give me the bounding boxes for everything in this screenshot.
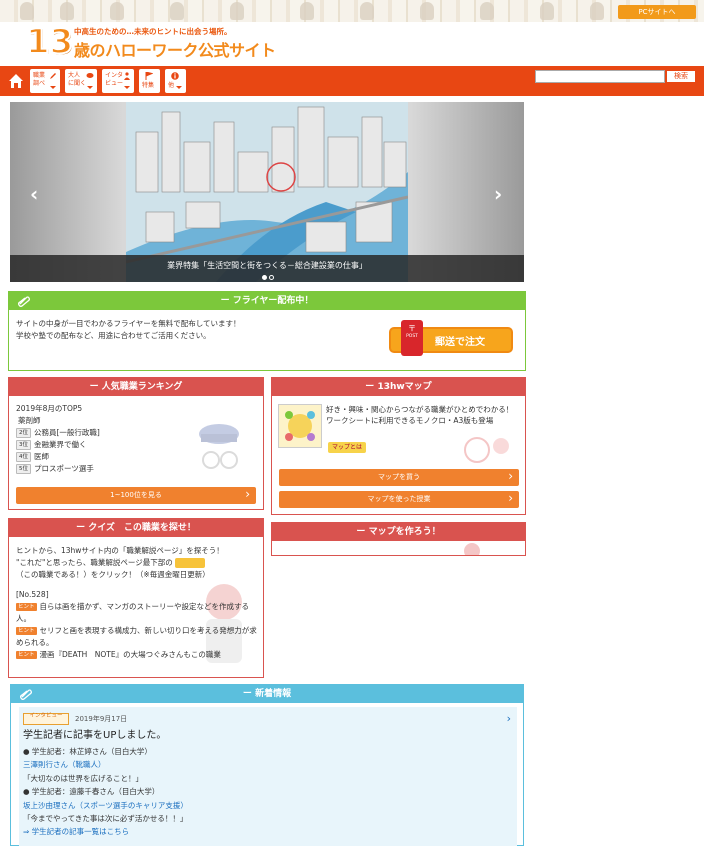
slider-dot-1[interactable]	[262, 275, 267, 280]
nav-item-interview[interactable]: インタ ビュー	[102, 69, 134, 93]
quiz-panel: ー クイズ この職業を探せ！ ヒントから、13hwサイト内の「職業解説ページ」を…	[8, 518, 264, 678]
map13-title: 13hwマップ	[377, 382, 432, 392]
ranking-header: ー 人気職業ランキング	[9, 378, 263, 396]
news-lines: ● 学生記者：林芷婷さん（目白大学） 三澤則行さん（靴職人） 「大切なのは世界を…	[23, 745, 503, 839]
search-button[interactable]: 検索	[666, 70, 696, 83]
site-header: PCサイトへ 13 中高生のための…未来のヒントに出会う場所。 歳のハローワーク…	[0, 0, 704, 66]
news-date: 2019年9月17日	[75, 715, 128, 723]
make-map-panel[interactable]: ー マップを作ろう！	[271, 522, 526, 559]
make-map-title: マップを作ろう！	[368, 527, 441, 537]
nav-item-ask-adults[interactable]: 大人 に聞く	[65, 69, 97, 93]
news-link-sakagami[interactable]: 坂上沙由理さん（スポーツ選手のキャリア支援）	[23, 799, 503, 812]
quiz-hint-2: ヒント セリフと画を表現する構成力、新しい切り口を考える発想力が求められる。	[16, 626, 257, 647]
news-headline[interactable]: 学生記者に記事をUPしました。	[23, 726, 166, 741]
buy-map-button[interactable]: マップを買う	[279, 468, 519, 486]
ranking-item-2[interactable]: 2位 公務員[一般行政職]	[16, 427, 100, 439]
quiz-title: クイズ この職業を探せ！	[88, 523, 196, 533]
ranking-list: 2019年8月のTOP5 薬剤師 2位 公務員[一般行政職] 3位 金融業界で働く …	[16, 403, 100, 475]
flyer-description: サイトの中身が一目でわかるフライヤーを無料で配布しています！ 学校や塾での配布な…	[16, 318, 386, 342]
flyer-panel: ー フライヤー配布中！ サイトの中身が一目でわかるフライヤーを無料で配布していま…	[8, 291, 526, 371]
feature-slider[interactable]: ‹ › 業界特集「生活空間と街をつくる－総合建設業の仕事」	[10, 102, 524, 282]
map-illustration	[457, 430, 517, 470]
postbox-icon: 〒 POST	[401, 320, 423, 356]
quiz-hint-3: ヒント 漫画『DEATH NOTE』の大場つぐみさんもこの職業	[16, 650, 221, 659]
news-chevron-icon[interactable]: ›	[507, 712, 511, 725]
pc-site-button[interactable]: PCサイトへ	[618, 5, 696, 19]
info-icon	[171, 72, 179, 80]
map13-header: ー 13hwマップ	[272, 378, 525, 396]
quiz-number: [No.528]	[16, 590, 49, 599]
map-about-badge[interactable]: マップとは	[328, 442, 367, 453]
logo-name: 歳のハローワーク公式サイト	[74, 41, 276, 60]
site-logo[interactable]: 13 中高生のための…未来のヒントに出会う場所。 歳のハローワーク公式サイト	[25, 21, 296, 66]
slider-caption[interactable]: 業界特集「生活空間と街をつくる－総合建設業の仕事」	[10, 255, 524, 282]
make-map-illustration	[457, 539, 487, 559]
pencil-icon	[50, 73, 56, 79]
flyer-text-2: 学校や塾での配布など、用途に合わせてご活用ください。	[16, 331, 211, 340]
quiz-header: ー クイズ この職業を探せ！	[9, 519, 263, 537]
flyer-header: ー フライヤー配布中！	[9, 292, 525, 310]
logo-number: 13	[25, 21, 74, 63]
order-button-label: 郵送で注文	[435, 337, 485, 348]
quiz-hint-1: ヒント 自らは画を描かず、マンガのストーリーや設定などを作成する人。	[16, 602, 249, 623]
ranking-period: 2019年8月のTOP5	[16, 404, 83, 413]
police-hat-illustration	[189, 420, 247, 472]
nav-item-label: 特集	[142, 82, 155, 89]
ranking-title: 人気職業ランキング	[101, 382, 183, 392]
this-job-button-sample	[174, 558, 205, 568]
quiz-body: ヒントから、13hwサイト内の「職業解説ページ」を探そう！ "これだ"と思ったら…	[16, 545, 261, 661]
map13-description: 好き・興味・関心からつながる職業がひとめでわかる！ ワークシートに利用できるモノ…	[326, 405, 514, 425]
news-title: 新着情報	[255, 689, 292, 699]
flyer-text-1: サイトの中身が一目でわかるフライヤーを無料で配布しています！	[16, 319, 241, 328]
slider-dots	[259, 273, 279, 280]
news-item[interactable]: インタビュー 2019年9月17日 › 学生記者に記事をUPしました。 ● 学生…	[19, 707, 517, 846]
map13-panel: ー 13hwマップ 好き・興味・関心からつながる職業がひとめでわかる！ ワークシ…	[271, 377, 526, 515]
ranking-panel: ー 人気職業ランキング 2019年8月のTOP5 薬剤師 2位 公務員[一般行政職…	[8, 377, 264, 510]
news-panel: ー 新着情報 インタビュー 2019年9月17日 › 学生記者に記事をUPしまし…	[10, 684, 524, 846]
interview-badge: インタビュー	[23, 713, 69, 725]
ranking-item-4[interactable]: 4位 医師	[16, 451, 100, 463]
slider-caption-text: 業界特集「生活空間と街をつくる－総合建設業の仕事」	[167, 261, 367, 270]
map-class-button[interactable]: マップを使った授業	[279, 490, 519, 508]
nav-item-jobs[interactable]: 職業 調べ	[30, 69, 60, 93]
main-nav: 職業 調べ 大人 に聞く インタ ビュー 特集 他 検索	[0, 66, 704, 96]
news-link-all-articles[interactable]: ⇒ 学生記者の記事一覧はこちら	[23, 825, 503, 838]
logo-tagline: 中高生のための…未来のヒントに出会う場所。	[74, 27, 232, 36]
slider-next-arrow[interactable]: ›	[494, 182, 502, 206]
nav-item-other[interactable]: 他	[165, 69, 186, 93]
search-input[interactable]	[535, 70, 665, 83]
ranking-item-3[interactable]: 3位 金融業界で働く	[16, 439, 100, 451]
make-map-header: ー マップを作ろう！	[272, 523, 525, 541]
chat-icon	[86, 73, 94, 78]
flyer-title: ー フライヤー配布中！	[220, 296, 314, 306]
paperclip-icon	[18, 296, 30, 307]
order-by-mail-button[interactable]: 〒 POST 郵送で注文	[389, 320, 515, 356]
news-link-misawa[interactable]: 三澤則行さん（靴職人）	[23, 758, 503, 771]
slider-dot-2[interactable]	[269, 275, 274, 280]
home-icon[interactable]	[8, 73, 24, 89]
person-icon	[124, 72, 130, 80]
news-header: ー 新着情報	[11, 685, 523, 703]
header-illustration-strip	[0, 0, 704, 22]
map-thumbnail[interactable]	[278, 404, 322, 448]
ranking-item-1[interactable]: 薬剤師	[16, 415, 100, 427]
ranking-more-button[interactable]: 1~100位を見る	[16, 486, 256, 504]
ranking-item-5[interactable]: 5位 プロスポーツ選手	[16, 463, 100, 475]
nav-item-special[interactable]: 特集	[139, 69, 160, 93]
paperclip-icon	[20, 689, 32, 700]
slider-prev-arrow[interactable]: ‹	[30, 182, 38, 206]
flag-icon	[145, 72, 153, 80]
